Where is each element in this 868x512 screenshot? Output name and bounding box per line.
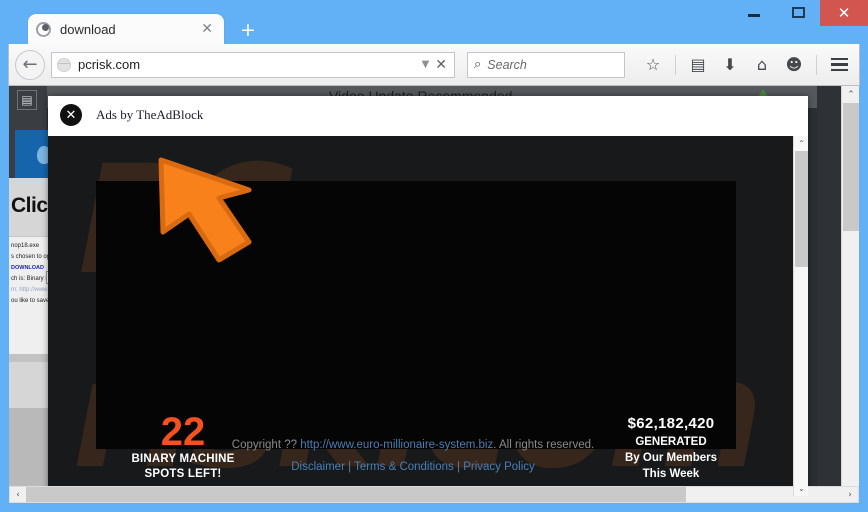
copyright-line: Copyright ?? http://www.euro-millionaire… [48,434,778,456]
tab-strip: download ✕ + [0,12,868,44]
privacy-link[interactable]: Privacy Policy [463,461,535,473]
terms-link[interactable]: Terms & Conditions [354,461,454,473]
scrollbar-track[interactable] [26,487,842,502]
search-icon: ⌕ [474,57,482,72]
search-box[interactable]: ⌕ Search [467,51,625,78]
window-frame-left [0,86,9,512]
ad-header: ✕ Ads by TheAdBlock [48,96,808,136]
new-tab-button[interactable]: + [236,20,260,42]
loading-circle-icon [36,21,51,37]
toolbar-divider [816,54,817,75]
disclaimer-link[interactable]: Disclaimer [291,461,345,473]
sync-chat-icon[interactable]: ☻ [780,51,808,79]
globe-icon [57,57,71,72]
copyright-suffix: . All rights reserved. [493,439,595,451]
window-frame-right [860,86,868,512]
document-icon: ▤ [17,90,37,110]
background-right-column [817,86,841,503]
money-amount: $62,182,420 [627,415,715,432]
downloads-icon[interactable]: ⬇ [716,51,744,79]
scroll-right-icon[interactable]: › [842,487,858,502]
legal-links: Disclaimer | Terms & Conditions | Privac… [48,456,778,478]
browser-window: ✕ download ✕ + ← pcrisk.com ▼ ✕ ⌕ Search… [0,0,868,512]
link-separator: | [453,461,464,473]
back-arrow-icon[interactable]: ← [15,49,45,80]
link-separator: | [344,461,355,473]
address-bar[interactable]: pcrisk.com ▼ ✕ [51,51,455,78]
home-icon[interactable]: ⌂ [748,51,776,79]
search-placeholder: Search [487,57,527,72]
toolbar-icons: ☆ ▤ ⬇ ⌂ ☻ [639,51,853,79]
scrollbar-thumb[interactable] [795,151,808,267]
ad-overlay-popup: ✕ Ads by TheAdBlock PC risk.com [48,96,808,496]
reading-list-icon[interactable]: ▤ [684,51,712,79]
orange-arrow-cursor-icon [158,157,252,263]
scrollbar-thumb[interactable] [26,487,686,502]
bookmark-star-icon[interactable]: ☆ [639,51,667,79]
chevron-down-icon[interactable]: ▼ [416,59,436,70]
ad-legal-footer: Copyright ?? http://www.euro-millionaire… [48,434,778,478]
url-text: pcrisk.com [78,57,141,72]
close-ad-button[interactable]: ✕ [60,104,82,126]
scrollbar-thumb[interactable] [843,103,859,231]
toolbar-divider [675,54,676,75]
ad-stage: PC risk.com 22 BINARY MACHINE SPOTS LEFT… [48,136,793,496]
copyright-link[interactable]: http://www.euro-millionaire-system.biz [300,439,493,451]
close-icon[interactable]: ✕ [198,21,216,37]
scroll-up-icon[interactable]: ⌃ [794,136,808,151]
hamburger-menu-icon[interactable] [825,51,853,79]
scroll-up-icon[interactable]: ⌃ [842,86,859,103]
scroll-left-icon[interactable]: ‹ [10,487,26,502]
page-viewport: Video Update Recommended ▤ Click nop18.e… [9,86,859,503]
ad-frame-scrollbar[interactable]: ⌃ ⌄ [793,136,808,496]
page-vertical-scrollbar[interactable]: ⌃ ⌄ [841,86,859,503]
copyright-prefix: Copyright ?? [231,439,301,451]
page-horizontal-scrollbar[interactable]: ‹ › [9,486,859,503]
tab-title: download [60,21,116,37]
tab-download[interactable]: download ✕ [28,14,224,44]
window-frame-bottom [0,503,868,512]
clear-url-icon[interactable]: ✕ [435,57,449,73]
scroll-down-icon[interactable]: ⌄ [794,481,808,496]
ads-by-label: Ads by TheAdBlock [96,107,204,122]
navigation-toolbar: ← pcrisk.com ▼ ✕ ⌕ Search ☆ ▤ ⬇ ⌂ ☻ [8,44,860,86]
ad-body: PC risk.com 22 BINARY MACHINE SPOTS LEFT… [48,136,808,496]
